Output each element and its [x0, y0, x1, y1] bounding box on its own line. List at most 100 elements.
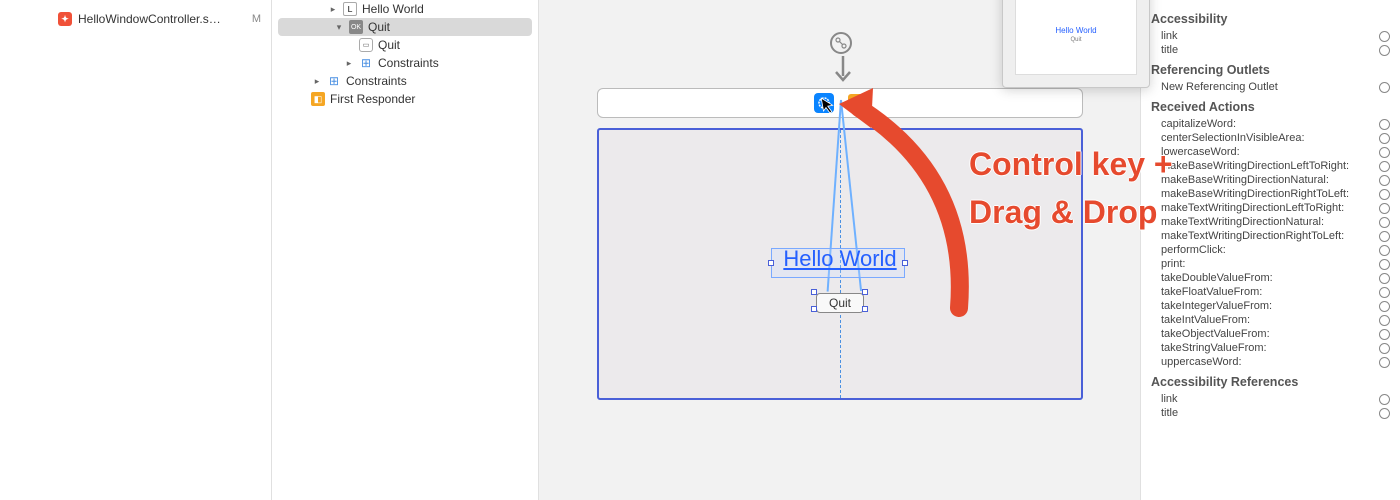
connection-socket-icon[interactable] [1379, 119, 1390, 130]
connection-row: takeDoubleValueFrom: [1151, 271, 1390, 285]
resize-handle[interactable] [811, 289, 817, 295]
thumbnail-inner: Hello World Quit [1015, 0, 1137, 75]
connection-row: uppercaseWord: [1151, 355, 1390, 369]
button-icon: ▭ [359, 38, 373, 52]
connection-socket-icon[interactable] [1379, 217, 1390, 228]
connection-socket-icon[interactable] [1379, 287, 1390, 298]
connection-socket-icon[interactable] [1379, 31, 1390, 42]
constraints-icon: ⊞ [327, 74, 341, 88]
resize-handle[interactable] [768, 260, 774, 266]
outline-item[interactable]: ▭ Quit [272, 36, 538, 54]
connection-socket-icon[interactable] [1379, 175, 1390, 186]
label-icon: L [343, 2, 357, 16]
file-row[interactable]: ✦ HelloWindowController.s… M [0, 10, 271, 28]
connection-row: makeBaseWritingDirectionRightToLeft: [1151, 187, 1390, 201]
connection-label: makeTextWritingDirectionLeftToRight: [1161, 202, 1344, 214]
document-outline: ▸LHello World▾OKQuit▭Quit▸⊞Constraints▸⊞… [272, 0, 539, 500]
inspector-section-header: Accessibility [1151, 12, 1390, 26]
outline-item[interactable]: ▸ L Hello World [272, 0, 538, 18]
outline-item[interactable]: ▸ ⊞ Constraints [272, 72, 538, 90]
connection-socket-icon[interactable] [1379, 273, 1390, 284]
connection-row: makeTextWritingDirectionNatural: [1151, 215, 1390, 229]
constraints-icon: ⊞ [359, 56, 373, 70]
outline-item-label: First Responder [330, 92, 415, 106]
connection-row: print: [1151, 257, 1390, 271]
connection-socket-icon[interactable] [1379, 147, 1390, 158]
connection-socket-icon[interactable] [1379, 394, 1390, 405]
connection-label: makeBaseWritingDirectionRightToLeft: [1161, 188, 1349, 200]
connection-socket-icon[interactable] [1379, 357, 1390, 368]
connection-socket-icon[interactable] [1379, 245, 1390, 256]
outline-item[interactable]: ▾OKQuit [278, 18, 532, 36]
connection-row: takeIntegerValueFrom: [1151, 299, 1390, 313]
resize-handle[interactable] [811, 306, 817, 312]
connection-label: takeDoubleValueFrom: [1161, 272, 1273, 284]
connection-socket-icon[interactable] [1379, 301, 1390, 312]
outline-item-label: Quit [378, 38, 400, 52]
inspector-section-header: Received Actions [1151, 100, 1390, 114]
connection-socket-icon[interactable] [1379, 231, 1390, 242]
chevron-right-icon[interactable]: ▸ [344, 58, 354, 69]
connection-row: takeObjectValueFrom: [1151, 327, 1390, 341]
connection-socket-icon[interactable] [1379, 343, 1390, 354]
outline-item-label: Hello World [362, 2, 424, 16]
scene-thumbnail: Hello World Quit [1002, 0, 1150, 88]
annotation-text: Control key + Drag & Drop [969, 140, 1173, 236]
inspector-section-header: Accessibility References [1151, 375, 1390, 389]
connection-label: makeTextWritingDirectionNatural: [1161, 216, 1324, 228]
annotation-arrow [839, 88, 969, 318]
connection-row: link [1151, 392, 1390, 406]
segue-connector-icon [830, 32, 852, 54]
connection-label: takeObjectValueFrom: [1161, 328, 1270, 340]
connection-label: title [1161, 407, 1178, 419]
connection-row: title [1151, 43, 1390, 57]
connection-socket-icon[interactable] [1379, 408, 1390, 419]
connection-label: makeBaseWritingDirectionNatural: [1161, 174, 1329, 186]
connection-label: makeBaseWritingDirectionLeftToRight: [1161, 160, 1349, 172]
annotation-line2: Drag & Drop [969, 188, 1173, 236]
inspector-section-header: Referencing Outlets [1151, 63, 1390, 77]
connection-row: lowercaseWord: [1151, 145, 1390, 159]
connection-socket-icon[interactable] [1379, 259, 1390, 270]
connection-socket-icon[interactable] [1379, 133, 1390, 144]
connection-row: makeTextWritingDirectionLeftToRight: [1151, 201, 1390, 215]
connection-label: link [1161, 30, 1178, 42]
connection-label: uppercaseWord: [1161, 356, 1242, 368]
chevron-right-icon[interactable]: ▸ [312, 76, 322, 87]
connection-label: print: [1161, 258, 1185, 270]
swift-icon: ✦ [58, 12, 72, 26]
connection-label: New Referencing Outlet [1161, 81, 1278, 93]
connection-socket-icon[interactable] [1379, 329, 1390, 340]
connection-row: New Referencing Outlet [1151, 80, 1390, 94]
outline-item-label: Constraints [346, 74, 407, 88]
annotation-line1: Control key + [969, 140, 1173, 188]
outline-item[interactable]: ▸⊞Constraints [272, 54, 538, 72]
chevron-right-icon[interactable]: ▸ [328, 4, 338, 15]
connection-row: centerSelectionInVisibleArea: [1151, 131, 1390, 145]
connection-socket-icon[interactable] [1379, 82, 1390, 93]
connection-label: link [1161, 393, 1178, 405]
connection-label: performClick: [1161, 244, 1226, 256]
connection-label: makeTextWritingDirectionRightToLeft: [1161, 230, 1344, 242]
interface-builder-canvas[interactable]: Hello World Quit Control key + Drag & Dr… [539, 0, 1140, 500]
chevron-down-icon[interactable]: ▾ [334, 22, 344, 33]
connection-socket-icon[interactable] [1379, 45, 1390, 56]
connection-row: makeBaseWritingDirectionNatural: [1151, 173, 1390, 187]
outline-item[interactable]: ◧ First Responder [272, 90, 538, 108]
connection-socket-icon[interactable] [1379, 161, 1390, 172]
thumbnail-button: Quit [1070, 37, 1081, 43]
outline-item-label: Quit [368, 20, 390, 34]
connection-socket-icon[interactable] [1379, 203, 1390, 214]
connections-inspector: Accessibility link title Referencing Outlet… [1140, 0, 1400, 500]
connection-label: title [1161, 44, 1178, 56]
connection-label: centerSelectionInVisibleArea: [1161, 132, 1305, 144]
connection-label: takeIntegerValueFrom: [1161, 300, 1272, 312]
file-navigator: ✦ HelloWindowController.s… M [0, 0, 272, 500]
connection-socket-icon[interactable] [1379, 189, 1390, 200]
modified-badge: M [252, 13, 261, 25]
connection-row: takeStringValueFrom: [1151, 341, 1390, 355]
connection-socket-icon[interactable] [1379, 315, 1390, 326]
connection-label: takeIntValueFrom: [1161, 314, 1250, 326]
cube-icon: ◧ [311, 92, 325, 106]
file-name: HelloWindowController.s… [78, 12, 221, 26]
